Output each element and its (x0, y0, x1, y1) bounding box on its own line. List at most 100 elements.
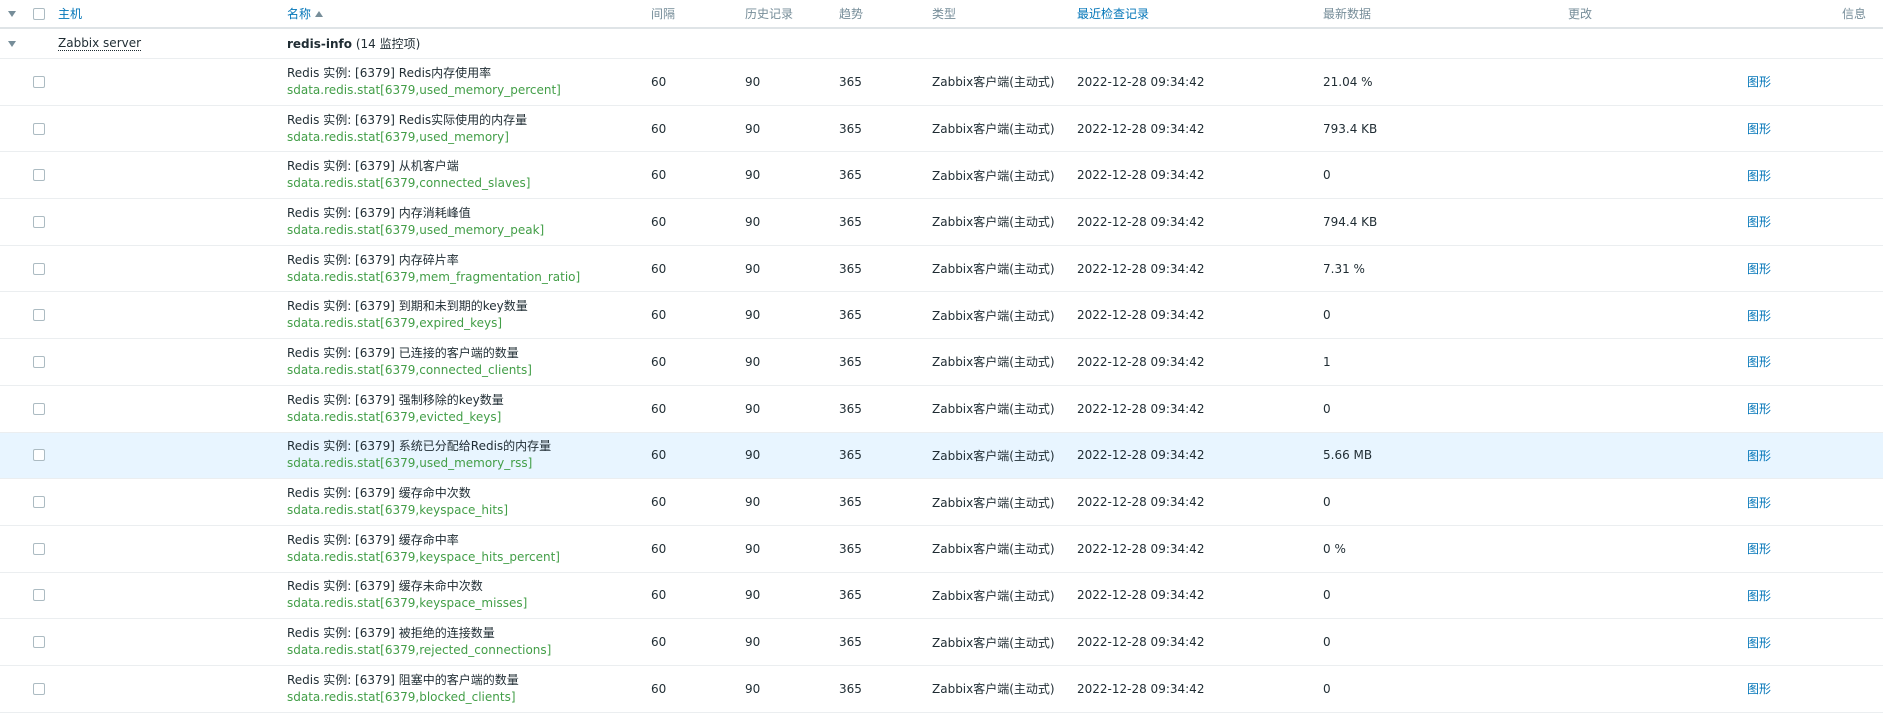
item-key: sdata.redis.stat[6379,keyspace_misses] (287, 596, 528, 611)
graph-link[interactable]: 图形 (1747, 106, 1771, 152)
column-last-value: 最新数据 (1323, 7, 1372, 21)
item-type: Zabbix客户端(主动式) (932, 588, 1055, 603)
item-name[interactable]: Redis 实例: [6379] 被拒绝的连接数量 (287, 625, 495, 642)
item-interval: 60 (651, 448, 667, 463)
item-name[interactable]: Redis 实例: [6379] 阻塞中的客户端的数量 (287, 672, 519, 689)
item-name[interactable]: Redis 实例: [6379] 缓存命中次数 (287, 485, 471, 502)
item-name[interactable]: Redis 实例: [6379] 强制移除的key数量 (287, 392, 504, 409)
item-last-value: 0 (1323, 401, 1331, 416)
item-name-cell: Redis 实例: [6379] 强制移除的key数量 sdata.redis.… (287, 386, 504, 432)
item-name[interactable]: Redis 实例: [6379] 内存消耗峰值 (287, 205, 471, 222)
column-name[interactable]: 名称 (287, 0, 324, 27)
column-trends: 趋势 (839, 7, 864, 21)
row-checkbox[interactable] (33, 526, 45, 572)
item-trends: 365 (839, 681, 862, 696)
row-checkbox[interactable] (33, 246, 45, 292)
item-history: 90 (745, 261, 761, 276)
group-host[interactable]: Zabbix server (58, 29, 142, 58)
collapse-group-icon[interactable] (8, 29, 16, 58)
row-checkbox[interactable] (33, 199, 45, 245)
graph-link[interactable]: 图形 (1747, 246, 1771, 292)
item-last-check: 2022-12-28 09:34:42 (1077, 635, 1205, 650)
row-checkbox[interactable] (33, 59, 45, 105)
graph-link[interactable]: 图形 (1747, 573, 1771, 619)
item-last-value: 793.4 KB (1323, 121, 1378, 136)
item-history: 90 (745, 635, 761, 650)
application-name: redis-info (287, 36, 353, 51)
row-checkbox[interactable] (33, 152, 45, 198)
item-name[interactable]: Redis 实例: [6379] Redis内存使用率 (287, 65, 491, 82)
item-type: Zabbix客户端(主动式) (932, 355, 1055, 370)
graph-link[interactable]: 图形 (1747, 666, 1771, 712)
graph-link[interactable]: 图形 (1747, 619, 1771, 665)
row-checkbox[interactable] (33, 339, 45, 385)
graph-link[interactable]: 图形 (1747, 339, 1771, 385)
item-type: Zabbix客户端(主动式) (932, 215, 1055, 230)
item-history: 90 (745, 121, 761, 136)
row-checkbox[interactable] (33, 433, 45, 479)
item-name-cell: Redis 实例: [6379] 阻塞中的客户端的数量 sdata.redis.… (287, 666, 519, 712)
row-checkbox[interactable] (33, 292, 45, 338)
item-name-cell: Redis 实例: [6379] Redis内存使用率 sdata.redis.… (287, 59, 561, 105)
table-row: Redis 实例: [6379] 到期和未到期的key数量 sdata.redi… (0, 292, 1883, 340)
item-trends: 365 (839, 588, 862, 603)
item-name[interactable]: Redis 实例: [6379] 系统已分配给Redis的内存量 (287, 438, 551, 455)
table-row: Redis 实例: [6379] 系统已分配给Redis的内存量 sdata.r… (0, 432, 1883, 480)
graph-link[interactable]: 图形 (1747, 152, 1771, 198)
graph-link[interactable]: 图形 (1747, 59, 1771, 105)
table-row: Redis 实例: [6379] 从机客户端 sdata.redis.stat[… (0, 152, 1883, 200)
row-checkbox[interactable] (33, 479, 45, 525)
graph-link[interactable]: 图形 (1747, 386, 1771, 432)
item-key: sdata.redis.stat[6379,connected_slaves] (287, 176, 531, 191)
graph-link[interactable]: 图形 (1747, 292, 1771, 338)
table-row: Redis 实例: [6379] 阻塞中的客户端的数量 sdata.redis.… (0, 666, 1883, 713)
items-list: Redis 实例: [6379] Redis内存使用率 sdata.redis.… (0, 59, 1883, 713)
item-trends: 365 (839, 261, 862, 276)
item-interval: 60 (651, 541, 667, 556)
table-row: Redis 实例: [6379] Redis内存使用率 sdata.redis.… (0, 59, 1883, 106)
item-interval: 60 (651, 308, 667, 323)
item-type: Zabbix客户端(主动式) (932, 542, 1055, 557)
row-checkbox[interactable] (33, 573, 45, 619)
collapse-all-icon[interactable] (8, 0, 16, 27)
item-name[interactable]: Redis 实例: [6379] Redis实际使用的内存量 (287, 112, 527, 129)
item-name[interactable]: Redis 实例: [6379] 缓存未命中次数 (287, 578, 483, 595)
item-name[interactable]: Redis 实例: [6379] 到期和未到期的key数量 (287, 298, 528, 315)
graph-link[interactable]: 图形 (1747, 199, 1771, 245)
item-key: sdata.redis.stat[6379,rejected_connectio… (287, 643, 552, 658)
item-name-cell: Redis 实例: [6379] 已连接的客户端的数量 sdata.redis.… (287, 339, 532, 385)
graph-link[interactable]: 图形 (1747, 433, 1771, 479)
column-name-label[interactable]: 名称 (287, 5, 311, 22)
item-history: 90 (745, 495, 761, 510)
table-row: Redis 实例: [6379] 缓存命中率 sdata.redis.stat[… (0, 526, 1883, 573)
item-name[interactable]: Redis 实例: [6379] 缓存命中率 (287, 532, 459, 549)
column-last-check[interactable]: 最近检查记录 (1077, 0, 1149, 27)
row-checkbox[interactable] (33, 386, 45, 432)
item-interval: 60 (651, 168, 667, 183)
item-last-check: 2022-12-28 09:34:42 (1077, 448, 1205, 463)
item-history: 90 (745, 448, 761, 463)
graph-link[interactable]: 图形 (1747, 526, 1771, 572)
item-last-value: 0 (1323, 681, 1331, 696)
item-history: 90 (745, 168, 761, 183)
host-link[interactable]: Zabbix server (58, 36, 142, 51)
row-checkbox[interactable] (33, 106, 45, 152)
item-name[interactable]: Redis 实例: [6379] 从机客户端 (287, 158, 459, 175)
item-key: sdata.redis.stat[6379,blocked_clients] (287, 689, 516, 704)
table-row: Redis 实例: [6379] 强制移除的key数量 sdata.redis.… (0, 386, 1883, 433)
item-last-check: 2022-12-28 09:34:42 (1077, 401, 1205, 416)
item-trends: 365 (839, 635, 862, 650)
item-interval: 60 (651, 261, 667, 276)
row-checkbox[interactable] (33, 619, 45, 665)
item-name[interactable]: Redis 实例: [6379] 已连接的客户端的数量 (287, 345, 519, 362)
table-row: Redis 实例: [6379] 已连接的客户端的数量 sdata.redis.… (0, 339, 1883, 386)
select-all-checkbox[interactable] (33, 0, 45, 27)
graph-link[interactable]: 图形 (1747, 479, 1771, 525)
item-last-check: 2022-12-28 09:34:42 (1077, 121, 1205, 136)
row-checkbox[interactable] (33, 666, 45, 712)
sort-ascending-icon (315, 10, 324, 17)
item-last-value: 0 (1323, 168, 1331, 183)
column-host[interactable]: 主机 (58, 0, 82, 27)
item-interval: 60 (651, 214, 667, 229)
item-name[interactable]: Redis 实例: [6379] 内存碎片率 (287, 252, 459, 269)
